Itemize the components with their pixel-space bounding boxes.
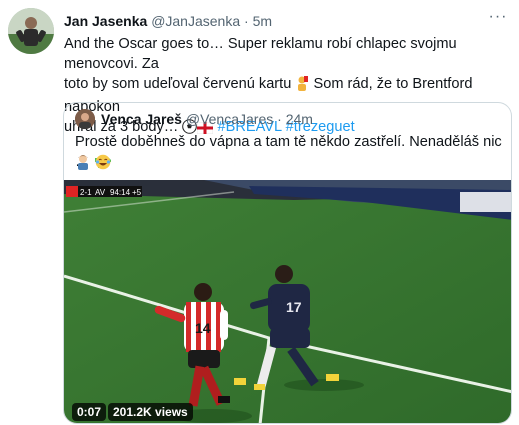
quoted-header: Venca Jareš @VencaJares · 24m [101,110,313,128]
quoted-header-separator: · [277,111,282,127]
tweet-timestamp[interactable]: 5m [253,13,272,29]
author-avatar[interactable] [8,8,54,54]
video-elapsed-time: 0:07 [72,403,107,421]
scoreboard-extra: +5 [132,188,142,197]
player-right-number: 17 [286,299,302,315]
quoted-text-body: Prostě doběhneš do vápna a tam tě někdo … [75,134,502,170]
author-name[interactable]: Jan Jasenka [64,13,147,29]
quoted-author-avatar[interactable] [75,109,95,129]
author-avatar-image [8,8,54,54]
player-left-number: 14 [195,320,211,336]
quoted-emojis [75,153,111,174]
more-icon: ··· [488,8,508,25]
header-separator: · [244,13,249,29]
author-handle[interactable]: @JanJasenka [151,13,240,29]
more-options-button[interactable]: ··· [486,9,510,25]
red-card-person-emoji-icon [295,75,309,97]
scoreboard-score: 2-1 [80,188,92,197]
quoted-timestamp[interactable]: 24m [286,111,313,127]
tweet-text-line2a: toto by som udeľoval červenú kartu [64,76,292,92]
quoted-text: Prostě doběhneš do vápna a tam tě někdo … [75,132,505,175]
quoted-author-handle[interactable]: @VencaJares [186,111,273,127]
scoreboard-team: AV [95,188,106,197]
tears-of-joy-icon [95,154,111,174]
quoted-tweet[interactable]: Venca Jareš @VencaJares · 24m Prostě dob… [63,102,512,424]
video-player[interactable]: 2-1 AV 94:14 +5 14 17 0:07 201.2K views [64,180,511,423]
tweet-text-line1: And the Oscar goes to… Super reklamu rob… [64,36,457,72]
scoreboard-clock: 94:14 [110,188,131,197]
video-frame: 2-1 AV 94:14 +5 14 17 [64,180,511,423]
tweet-header: Jan Jasenka @JanJasenka · 5m [64,12,272,30]
video-view-count: 201.2K views [108,403,193,421]
quoted-author-name[interactable]: Venca Jareš [101,111,182,127]
facepalm-person-icon [75,154,91,174]
